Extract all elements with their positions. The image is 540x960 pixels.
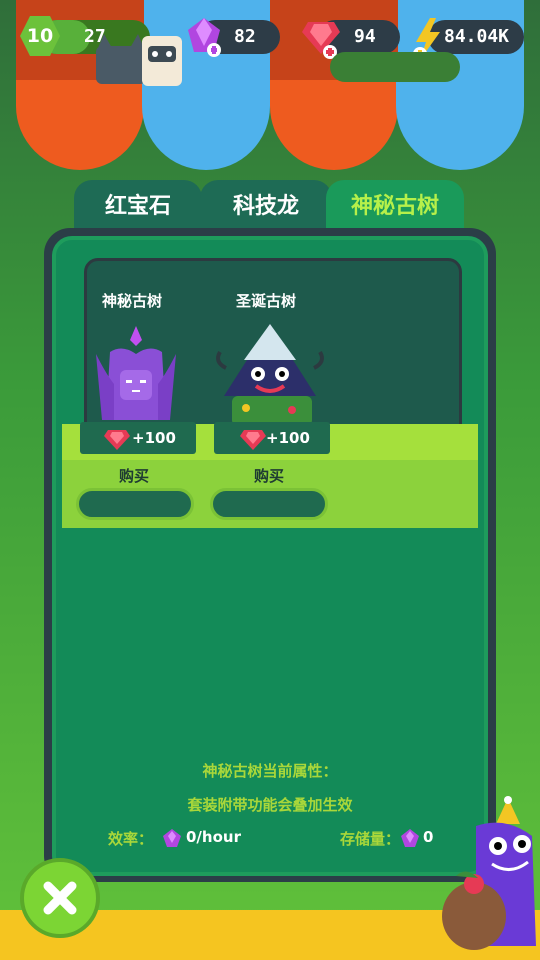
energy-value: 84.04K	[444, 26, 510, 47]
red-gem-icon	[104, 430, 130, 450]
efficiency-value: 0/hour	[186, 828, 241, 846]
buy-button[interactable]	[76, 488, 194, 520]
efficiency-label: 效率：	[108, 830, 154, 848]
item-price: +100	[214, 422, 330, 454]
close-icon	[43, 881, 77, 915]
purple-gem-icon	[188, 18, 221, 57]
mystic-tree-icon[interactable]	[92, 324, 180, 426]
red-gem-value: 94	[354, 26, 376, 47]
buy-label: 购买	[254, 467, 285, 485]
storage-label: 存储量：	[340, 830, 401, 848]
item-name: 神秘古树	[102, 292, 163, 310]
purple-gem-value: 82	[234, 26, 256, 47]
close-button[interactable]	[20, 858, 100, 938]
purple-gem-icon	[163, 829, 181, 847]
storage-value: 0	[423, 828, 434, 846]
dino-mascot	[442, 796, 536, 950]
item-price: +100	[80, 422, 196, 454]
red-gem-icon	[240, 430, 266, 450]
item-name: 圣诞古树	[236, 292, 297, 310]
attribute-title: 神秘古树当前属性：	[202, 762, 338, 780]
purple-gem-icon	[401, 829, 419, 847]
buy-button[interactable]	[210, 488, 328, 520]
buy-label: 购买	[119, 467, 150, 485]
bush-decoration	[330, 52, 460, 82]
item-price-value: +100	[132, 429, 176, 447]
christmas-tree-icon[interactable]	[212, 322, 328, 428]
red-gem-icon	[302, 22, 340, 59]
item-price-value: +100	[266, 429, 310, 447]
